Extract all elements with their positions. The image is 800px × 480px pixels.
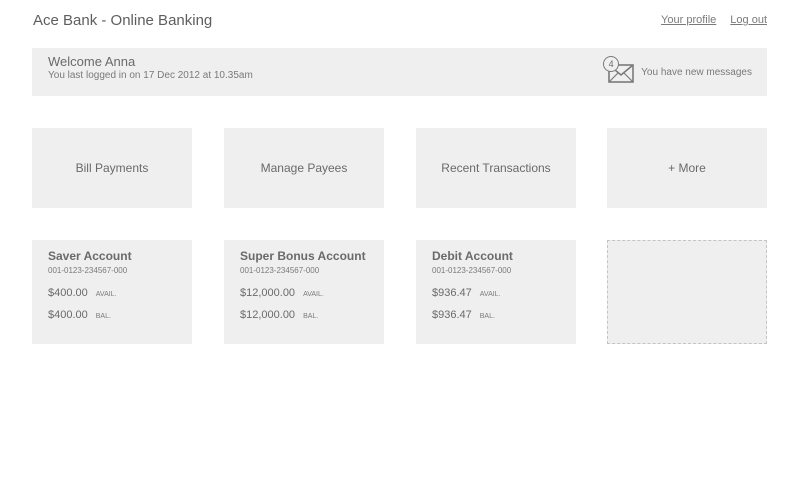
available-amount: $12,000.00: [240, 287, 296, 299]
balance-row: $12,000.00 BAL.: [240, 309, 318, 321]
welcome-title: Welcome Anna: [48, 54, 136, 69]
available-row: $400.00 AVAIL.: [48, 287, 117, 299]
available-label: AVAIL.: [303, 291, 324, 298]
empty-account-slot: [607, 240, 767, 344]
available-amount: $936.47: [432, 287, 472, 299]
available-label: AVAIL.: [479, 291, 501, 298]
super-bonus-account-card[interactable]: Super Bonus Account 001-0123-234567-000 …: [224, 240, 384, 344]
balance-label: BAL.: [479, 313, 495, 320]
welcome-bar: Welcome Anna You last logged in on 17 De…: [32, 48, 767, 96]
account-number: 001-0123-234567-000: [48, 266, 128, 275]
bill-payments-tile[interactable]: Bill Payments: [32, 128, 192, 208]
balance-row: $400.00 BAL.: [48, 309, 111, 321]
available-row: $12,000.00 AVAIL.: [240, 287, 324, 299]
balance-row: $936.47 BAL.: [432, 309, 495, 321]
new-messages-text: You have new messages: [641, 66, 752, 78]
account-number: 001-0123-234567-000: [240, 266, 320, 275]
available-row: $936.47 AVAIL.: [432, 287, 501, 299]
balance-label: BAL.: [303, 313, 319, 320]
your-profile-link[interactable]: Your profile: [661, 14, 716, 26]
debit-account-card[interactable]: Debit Account 001-0123-234567-000 $936.4…: [416, 240, 576, 344]
available-amount: $400.00: [48, 287, 88, 299]
more-tile[interactable]: + More: [607, 128, 767, 208]
app-title: Ace Bank - Online Banking: [33, 12, 213, 29]
balance-amount: $400.00: [48, 309, 88, 321]
available-label: AVAIL.: [95, 291, 117, 298]
balance-label: BAL.: [95, 313, 111, 320]
account-name: Super Bonus Account: [240, 249, 366, 263]
account-name: Saver Account: [48, 249, 132, 263]
new-messages-link[interactable]: 4 You have new messages: [603, 54, 752, 90]
saver-account-card[interactable]: Saver Account 001-0123-234567-000 $400.0…: [32, 240, 192, 344]
account-name: Debit Account: [432, 249, 513, 263]
top-links: Your profile Log out: [661, 14, 767, 26]
envelope-icon[interactable]: 4: [603, 56, 635, 85]
last-login-text: You last logged in on 17 Dec 2012 at 10.…: [48, 70, 253, 81]
log-out-link[interactable]: Log out: [730, 14, 767, 26]
account-number: 001-0123-234567-000: [432, 266, 512, 275]
manage-payees-tile[interactable]: Manage Payees: [224, 128, 384, 208]
recent-transactions-tile[interactable]: Recent Transactions: [416, 128, 576, 208]
balance-amount: $936.47: [432, 309, 472, 321]
balance-amount: $12,000.00: [240, 309, 296, 321]
online-banking-page: Ace Bank - Online Banking Your profile L…: [0, 0, 800, 480]
